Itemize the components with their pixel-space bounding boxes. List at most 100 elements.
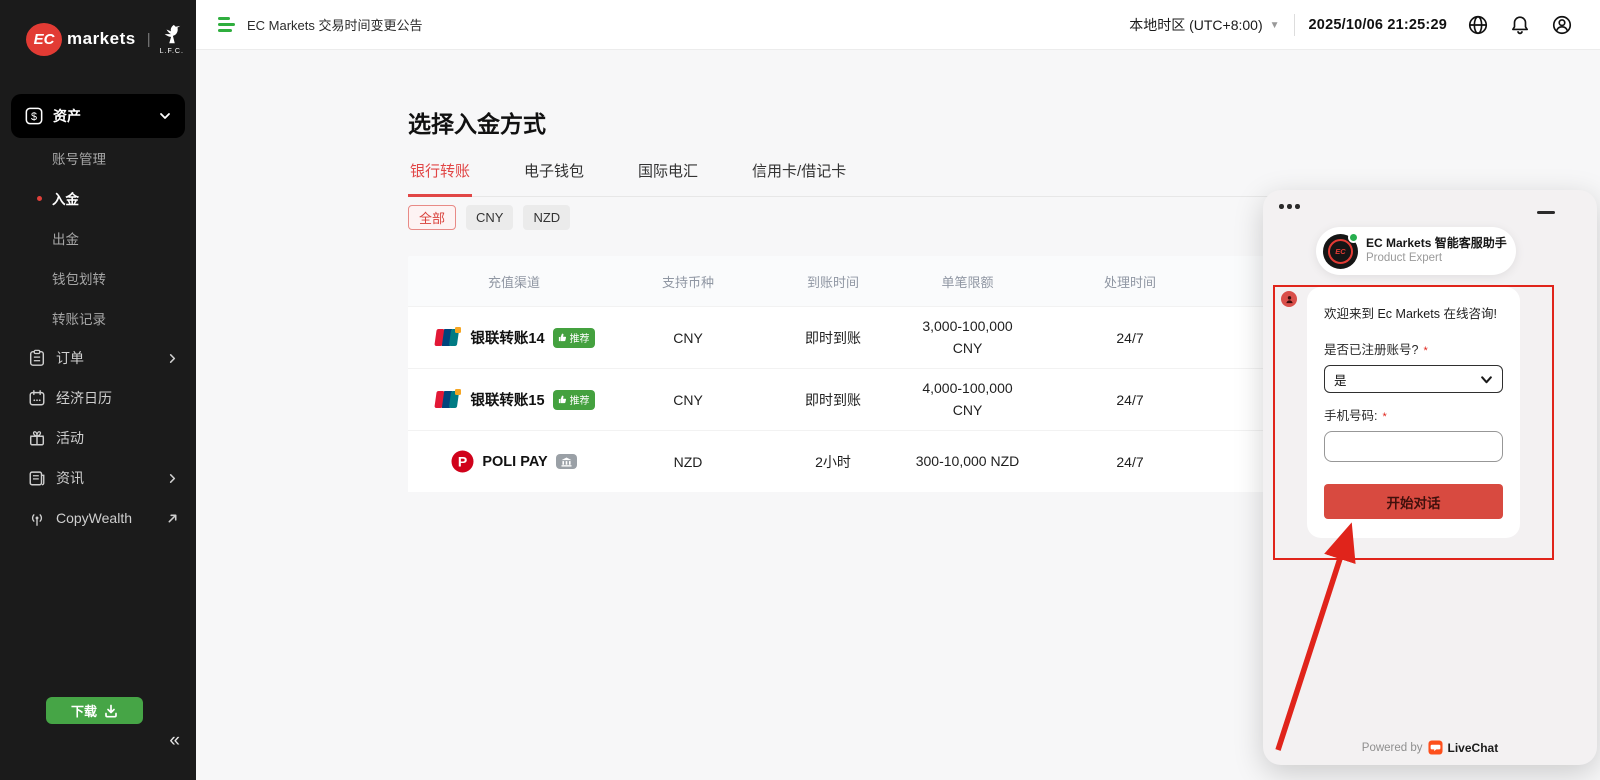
cell-hours: 24/7: [1025, 330, 1235, 346]
livechat-logo-icon: [1428, 740, 1443, 755]
logo-divider: |: [147, 31, 151, 48]
tab-e-wallet[interactable]: 电子钱包: [522, 152, 586, 196]
cell-currency: NZD: [620, 454, 756, 470]
sidebar-item-orders[interactable]: 订单: [0, 338, 196, 378]
currency-filters: 全部 CNY NZD: [408, 205, 570, 230]
account-icon[interactable]: [1551, 14, 1573, 36]
liver-bird-icon: [161, 23, 183, 47]
dollar-square-icon: $: [25, 107, 43, 125]
thumbs-up-icon: [558, 333, 567, 342]
tab-bank-transfer[interactable]: 银行转账: [408, 152, 472, 197]
ec-logo-icon: EC: [26, 23, 62, 56]
datetime-label: 2025/10/06 21:25:29: [1309, 17, 1447, 33]
brand-logo: EC markets | L.F.C.: [0, 0, 196, 64]
chevron-down-icon: [159, 110, 171, 122]
sidebar-item-wallet-transfer[interactable]: 钱包划转: [0, 258, 196, 298]
filter-nzd[interactable]: NZD: [523, 205, 570, 230]
channel-name: POLI PAY: [482, 454, 547, 470]
col-header-channel: 充值渠道: [408, 272, 620, 291]
sidebar-group-assets[interactable]: $ 资产: [11, 94, 185, 138]
timezone-label: 本地时区 (UTC+8:00): [1129, 15, 1262, 35]
chevron-right-icon: [167, 353, 178, 364]
sidebar-collapse-button[interactable]: «: [169, 730, 180, 752]
cell-limit: 3,000-100,000 CNY: [910, 316, 1025, 359]
livechat-footer[interactable]: Powered by LiveChat: [1263, 740, 1597, 755]
external-link-icon: [167, 513, 178, 524]
bank-icon: [561, 457, 572, 467]
globe-icon[interactable]: [1467, 14, 1489, 36]
sidebar-item-withdraw[interactable]: 出金: [0, 218, 196, 258]
download-button[interactable]: 下载: [46, 697, 143, 724]
chevron-right-icon: [167, 473, 178, 484]
sidebar-item-label: 资讯: [56, 468, 167, 488]
sidebar-item-label: CopyWealth: [56, 510, 167, 526]
col-header-hours: 处理时间: [1025, 272, 1235, 291]
sidebar-item-economic-calendar[interactable]: 经济日历: [0, 378, 196, 418]
sidebar-item-label: 活动: [56, 428, 178, 448]
sidebar-item-activities[interactable]: 活动: [0, 418, 196, 458]
chat-menu-button[interactable]: [1279, 204, 1300, 209]
unionpay-icon: [433, 389, 462, 410]
announcement-menu-icon[interactable]: [218, 17, 235, 32]
cell-currency: CNY: [620, 330, 756, 346]
unionpay-icon: [433, 327, 462, 348]
sidebar-item-label: 账号管理: [52, 148, 106, 168]
filter-all[interactable]: 全部: [408, 205, 456, 230]
sidebar-item-label: 经济日历: [56, 388, 178, 408]
sidebar-item-news[interactable]: 资讯: [0, 458, 196, 498]
livechat-label: LiveChat: [1448, 741, 1499, 755]
notifications-bell-icon[interactable]: [1509, 14, 1531, 36]
cell-arrival: 即时到账: [756, 328, 910, 348]
svg-text:P: P: [458, 454, 467, 470]
recommended-badge: 推荐: [553, 328, 595, 348]
poli-pay-icon: P: [451, 450, 474, 473]
sidebar-item-label: 出金: [52, 228, 79, 248]
download-icon: [104, 704, 118, 718]
page-title: 选择入金方式: [408, 105, 546, 139]
sidebar-item-copywealth[interactable]: CopyWealth: [0, 498, 196, 538]
cell-currency: CNY: [620, 392, 756, 408]
sidebar-item-label: 转账记录: [52, 308, 106, 328]
required-asterisk: *: [1382, 411, 1386, 423]
chat-welcome-text: 欢迎来到 Ec Markets 在线咨询!: [1324, 303, 1503, 322]
start-chat-button[interactable]: 开始对话: [1324, 484, 1503, 519]
news-icon: [28, 469, 46, 487]
agent-card: EC EC Markets 智能客服助手 Product Expert: [1316, 227, 1516, 275]
lfc-logo: L.F.C.: [160, 23, 184, 55]
active-dot: [37, 196, 42, 201]
col-header-limit: 单笔限额: [910, 272, 1025, 291]
powered-by-label: Powered by: [1362, 742, 1423, 754]
thumbs-up-icon: [558, 395, 567, 404]
filter-cny[interactable]: CNY: [466, 205, 513, 230]
sidebar-item-transfer-records[interactable]: 转账记录: [0, 298, 196, 338]
download-label: 下载: [71, 701, 97, 720]
lfc-label: L.F.C.: [160, 48, 184, 55]
chat-minimize-button[interactable]: [1537, 211, 1555, 214]
recommended-badge: 推荐: [553, 390, 595, 410]
timezone-selector[interactable]: 本地时区 (UTC+8:00) ▼: [1129, 15, 1279, 35]
sidebar-item-label: 订单: [56, 348, 167, 368]
chevron-down-icon: [1480, 373, 1493, 386]
gift-icon: [28, 429, 46, 447]
agent-avatar: EC: [1323, 234, 1358, 269]
top-header: EC Markets 交易时间变更公告 本地时区 (UTC+8:00) ▼ 20…: [196, 0, 1600, 50]
announcement-link[interactable]: EC Markets 交易时间变更公告: [247, 15, 423, 34]
sidebar-item-account-management[interactable]: 账号管理: [0, 138, 196, 178]
phone-input[interactable]: [1324, 431, 1503, 462]
registered-select[interactable]: 是: [1324, 365, 1503, 393]
required-asterisk: *: [1423, 345, 1427, 357]
badge-label: 推荐: [570, 330, 590, 345]
col-header-currency: 支持币种: [620, 272, 756, 291]
channel-name: 银联转账14: [470, 327, 544, 348]
tab-international-wire[interactable]: 国际电汇: [636, 152, 700, 196]
sidebar-item-deposit[interactable]: 入金: [0, 178, 196, 218]
cell-limit: 300-10,000 NZD: [910, 451, 1025, 473]
livechat-widget: EC EC Markets 智能客服助手 Product Expert 欢迎来到…: [1263, 190, 1597, 765]
agent-role: Product Expert: [1366, 251, 1507, 265]
tab-credit-debit-card[interactable]: 信用卡/借记卡: [750, 152, 848, 196]
cell-limit: 4,000-100,000 CNY: [910, 378, 1025, 421]
online-status-dot: [1348, 232, 1359, 243]
bank-badge: [556, 454, 577, 469]
col-header-arrival: 到账时间: [756, 272, 910, 291]
brand-name: markets: [67, 29, 136, 49]
